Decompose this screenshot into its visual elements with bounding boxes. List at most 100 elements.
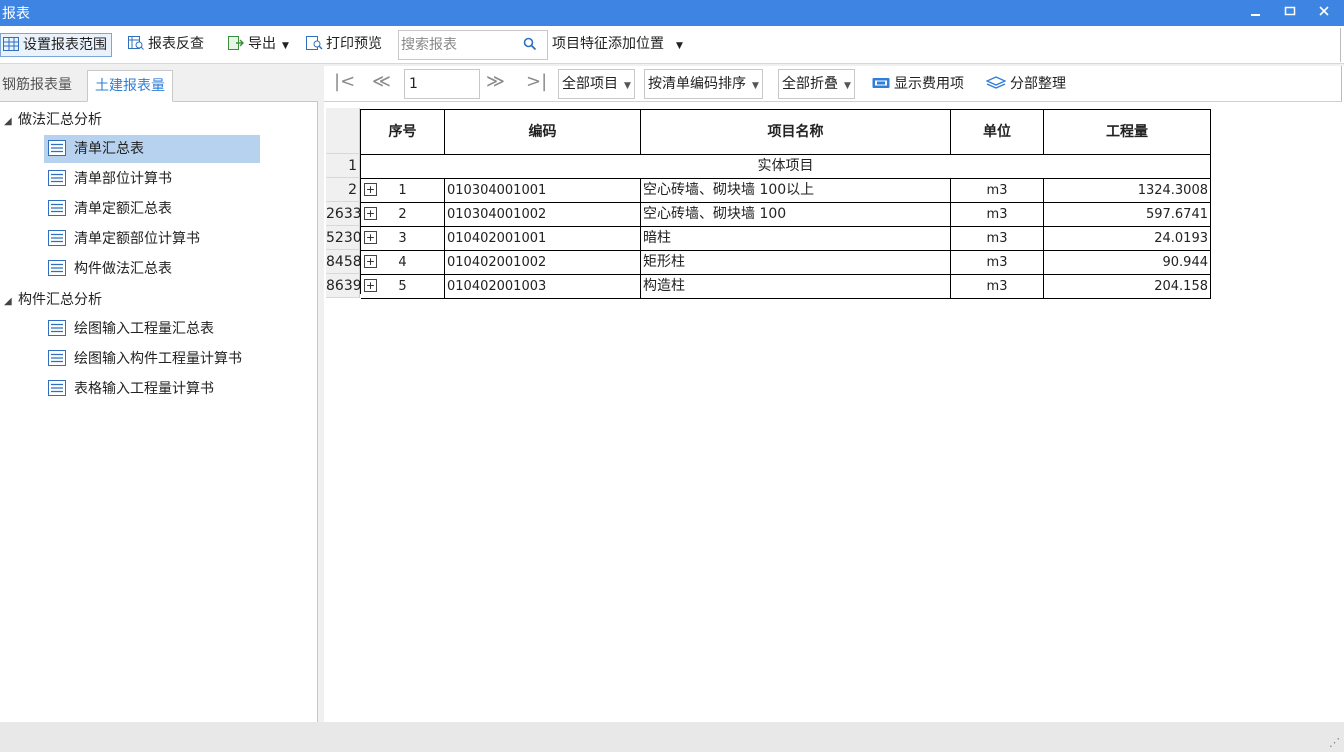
name-cell: 构造柱: [641, 275, 951, 299]
report-doc-icon: [48, 380, 66, 396]
unit-cell: m3: [951, 203, 1044, 227]
chevron-down-icon: ▼: [752, 81, 759, 91]
report-doc-icon: [48, 170, 66, 186]
expand-plus-icon[interactable]: +: [364, 207, 377, 220]
export-label: 导出: [248, 36, 276, 52]
qty-cell: 597.6741: [1044, 203, 1211, 227]
name-cell: 空心砖墙、砌块墙 100: [641, 203, 951, 227]
print-preview-icon: [306, 36, 323, 50]
tree-item-drawing-component-calc[interactable]: 绘图输入构件工程量计算书: [44, 345, 260, 373]
code-cell: 010402001002: [445, 251, 641, 275]
tree-group-method-summary[interactable]: ◢ 做法汇总分析: [4, 108, 102, 132]
print-preview-label: 打印预览: [326, 36, 382, 52]
prev-page-icon[interactable]: ≪: [372, 71, 391, 92]
fold-dropdown[interactable]: 全部折叠 ▼: [778, 69, 855, 99]
table-search-icon: [128, 36, 144, 50]
maximize-button[interactable]: [1278, 2, 1302, 24]
report-doc-icon: [48, 140, 66, 156]
tree-item-bill-quota-summary[interactable]: 清单定额汇总表: [44, 195, 260, 223]
next-page-icon[interactable]: ≫: [486, 71, 505, 92]
column-header-name: 项目名称: [641, 110, 951, 155]
export-button[interactable]: 导出 ▼: [228, 33, 289, 57]
qty-cell: 90.944: [1044, 251, 1211, 275]
expand-plus-icon[interactable]: +: [364, 231, 377, 244]
tree-group-component-summary[interactable]: ◢ 构件汇总分析: [4, 288, 102, 312]
fee-card-icon: [872, 78, 890, 88]
unit-cell: m3: [951, 251, 1044, 275]
set-report-range-button[interactable]: 设置报表范围: [0, 33, 112, 57]
column-header-seq: 序号: [361, 110, 445, 155]
feature-position-dropdown[interactable]: 项目特征添加位置 ▼: [552, 33, 683, 57]
show-fee-button[interactable]: 显示费用项: [872, 72, 964, 96]
expand-plus-icon[interactable]: +: [364, 255, 377, 268]
tree-item-bill-summary[interactable]: 清单汇总表: [44, 135, 260, 163]
column-header-unit: 单位: [951, 110, 1044, 155]
status-bar: ⋰: [0, 722, 1344, 752]
resize-grip-icon[interactable]: ⋰: [1329, 736, 1340, 749]
page-number-input[interactable]: 1: [404, 69, 480, 99]
tab-rebar-report[interactable]: 钢筋报表量: [0, 70, 74, 102]
last-page-icon[interactable]: >|: [526, 71, 547, 92]
row-header: 2633: [326, 202, 362, 226]
row-header: 1: [326, 154, 360, 178]
seq-cell: +3: [361, 227, 445, 251]
qty-cell: 1324.3008: [1044, 179, 1211, 203]
grid-icon: [3, 37, 19, 51]
print-preview-button[interactable]: 打印预览: [306, 33, 382, 57]
tree-item-bill-part-calc[interactable]: 清单部位计算书: [44, 165, 260, 193]
seq-cell: +5: [361, 275, 445, 299]
name-cell: 暗柱: [641, 227, 951, 251]
code-cell: 010402001003: [445, 275, 641, 299]
window-title: 报表: [2, 6, 30, 22]
chevron-down-icon: ▼: [844, 81, 851, 91]
qty-cell: 204.158: [1044, 275, 1211, 299]
report-doc-icon: [48, 200, 66, 216]
report-tree-panel: 钢筋报表量 土建报表量 ◢ 做法汇总分析 清单汇总表 清单部位计算书 清单定额汇总…: [0, 66, 318, 722]
search-icon[interactable]: [523, 37, 537, 51]
close-icon: [1319, 6, 1329, 16]
column-header-code: 编码: [445, 110, 641, 155]
report-doc-icon: [48, 260, 66, 276]
project-filter-dropdown[interactable]: 全部项目 ▼: [558, 69, 635, 99]
code-cell: 010304001001: [445, 179, 641, 203]
minimize-icon: [1251, 14, 1260, 16]
row-header: 8639: [326, 274, 362, 298]
unit-cell: m3: [951, 275, 1044, 299]
report-doc-icon: [48, 320, 66, 336]
row-header-corner: [326, 108, 360, 154]
maximize-icon: [1284, 6, 1296, 16]
chevron-down-icon: ▼: [676, 41, 683, 51]
chevron-down-icon: ▼: [282, 41, 289, 51]
title-bar: 报表: [0, 0, 1344, 26]
name-cell: 矩形柱: [641, 251, 951, 275]
code-cell: 010304001002: [445, 203, 641, 227]
name-cell: 空心砖墙、砌块墙 100以上: [641, 179, 951, 203]
group-row-label: 实体项目: [361, 155, 1211, 179]
close-button[interactable]: [1312, 2, 1336, 24]
expand-plus-icon[interactable]: +: [364, 183, 377, 196]
expand-triangle-icon[interactable]: ◢: [4, 290, 18, 314]
row-header: 2: [326, 178, 360, 202]
chevron-down-icon: ▼: [624, 81, 631, 91]
expand-triangle-icon[interactable]: ◢: [4, 110, 18, 134]
report-check-button[interactable]: 报表反查: [128, 33, 204, 57]
report-grid: 1 2 2633 5230 8458 8639 序号 编码 项目名称 单位 工程…: [324, 104, 1344, 722]
tree-item-component-method-summary[interactable]: 构件做法汇总表: [44, 255, 260, 283]
minimize-button[interactable]: [1244, 2, 1268, 24]
tree-item-bill-quota-part-calc[interactable]: 清单定额部位计算书: [44, 225, 260, 253]
export-icon: [228, 36, 244, 50]
column-header-qty: 工程量: [1044, 110, 1211, 155]
expand-plus-icon[interactable]: +: [364, 279, 377, 292]
report-doc-icon: [48, 350, 66, 366]
layers-icon: [986, 76, 1006, 89]
first-page-icon[interactable]: |<: [334, 71, 355, 92]
tab-civil-report[interactable]: 土建报表量: [87, 70, 173, 102]
tree-item-drawing-qty-summary[interactable]: 绘图输入工程量汇总表: [44, 315, 260, 343]
report-search-box: [398, 30, 548, 60]
sort-order-dropdown[interactable]: 按清单编码排序 ▼: [644, 69, 763, 99]
feature-position-label: 项目特征添加位置: [552, 36, 664, 52]
report-type-tabs: 钢筋报表量 土建报表量: [0, 66, 318, 102]
report-search-input[interactable]: [401, 35, 519, 55]
section-arrange-button[interactable]: 分部整理: [986, 72, 1066, 96]
tree-item-table-input-calc[interactable]: 表格输入工程量计算书: [44, 375, 260, 403]
